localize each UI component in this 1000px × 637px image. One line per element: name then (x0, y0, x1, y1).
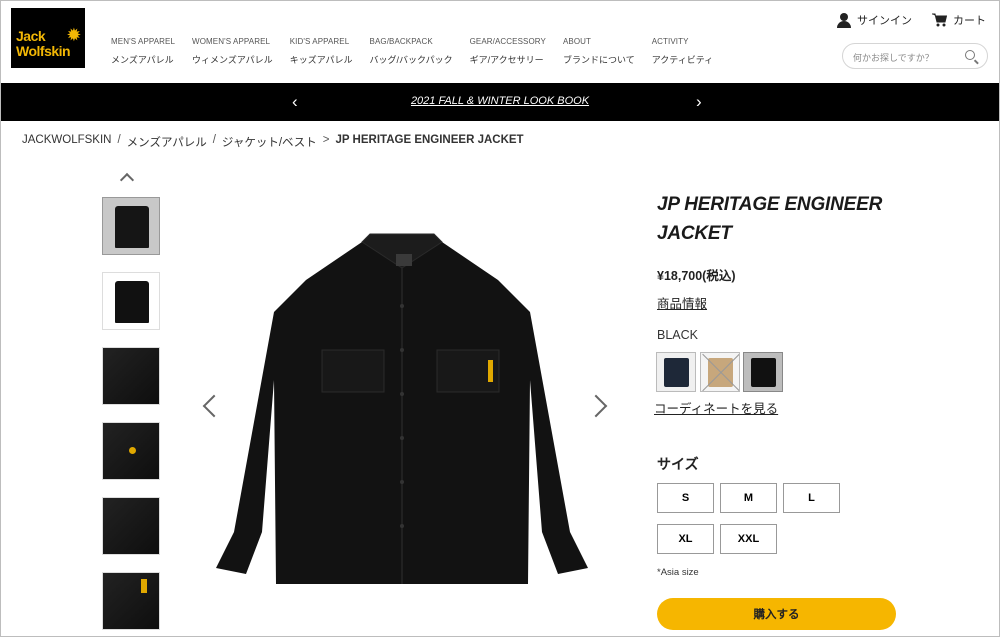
color-swatch-black[interactable] (743, 352, 783, 392)
nav-label-ja: ブランドについて (562, 55, 635, 65)
coordinate-link[interactable]: コーディネートを見る (654, 398, 778, 417)
product-info-link[interactable]: 商品情報 (657, 293, 707, 312)
nav-label-ja: バッグ/バックパック (369, 55, 453, 65)
nav-label-en: ABOUT (562, 37, 592, 46)
size-button-xxl[interactable]: XXL (720, 524, 777, 554)
logo-line2: Wolfskin (16, 43, 71, 59)
color-swatch-beige[interactable] (700, 352, 740, 392)
thumbnail-1[interactable] (102, 197, 160, 255)
breadcrumb-current: JP HERITAGE ENGINEER JACKET (335, 134, 524, 146)
jacket-thumb-image (115, 206, 149, 248)
breadcrumb: JACKWOLFSKIN / メンズアパレル / ジャケット/ベスト > JP … (22, 134, 524, 150)
color-swatch-navy[interactable] (656, 352, 696, 392)
cart-icon (932, 13, 947, 27)
signin-label: サインイン (857, 15, 912, 27)
thumbnail-5[interactable] (102, 497, 160, 555)
jacket-detail-image (103, 498, 159, 554)
thumbnail-2[interactable] (102, 272, 160, 330)
nav-label-en: ACTIVITY (651, 37, 689, 46)
size-button-xl[interactable]: XL (657, 524, 714, 554)
swatch-image (664, 358, 689, 387)
breadcrumb-separator: / (117, 134, 121, 146)
main-nav: MEN'S APPAREL メンズアパレル WOMEN'S APPAREL ウィ… (111, 36, 730, 68)
size-button-s[interactable]: S (657, 483, 714, 513)
promo-bar: ‹ 2021 FALL & WINTER LOOK BOOK › (1, 83, 999, 121)
nav-label-ja: キッズアパレル (289, 55, 353, 65)
size-button-l[interactable]: L (783, 483, 840, 513)
promo-next-icon[interactable]: › (696, 92, 702, 112)
nav-bag[interactable]: BAG/BACKPACK バッグ/バックパック (370, 36, 453, 68)
buy-button[interactable]: 購入する (657, 598, 896, 630)
nav-label-en: WOMEN'S APPAREL (192, 37, 271, 46)
nav-label-ja: ギア/アクセサリー (469, 55, 544, 65)
jacket-thumb-image (115, 281, 149, 323)
product-title: JP HERITAGE ENGINEER JACKET (657, 194, 883, 244)
utility-links: サインイン カート (837, 12, 986, 28)
nav-activity[interactable]: ACTIVITY アクティビティ (652, 36, 713, 68)
logo-patch (129, 447, 136, 454)
user-icon (837, 12, 851, 28)
thumbnail-4[interactable] (102, 422, 160, 480)
jacket-detail-image (103, 573, 159, 629)
breadcrumb-home[interactable]: JACKWOLFSKIN (22, 134, 111, 150)
search-input[interactable]: 何かお探しですか？ (842, 43, 988, 69)
brand-logo[interactable]: Jack Wolfskin ✹ (11, 8, 85, 68)
swatch-image (751, 358, 776, 387)
breadcrumb-separator: / (212, 134, 216, 146)
nav-womens[interactable]: WOMEN'S APPAREL ウィメンズアパレル (192, 36, 273, 68)
nav-label-en: BAG/BACKPACK (369, 37, 433, 46)
nav-label-ja: メンズアパレル (111, 55, 174, 65)
size-note: *Asia size (657, 567, 699, 578)
nav-mens[interactable]: MEN'S APPAREL メンズアパレル (111, 36, 175, 68)
yellow-tab (141, 579, 147, 593)
search-icon[interactable] (965, 50, 975, 60)
size-label: サイズ (657, 456, 699, 472)
nav-label-ja: アクティビティ (651, 55, 714, 65)
paw-icon: ✹ (66, 25, 81, 45)
breadcrumb-jackets[interactable]: ジャケット/ベスト (222, 134, 317, 150)
nav-gear[interactable]: GEAR/ACCESSORY ギア/アクセサリー (470, 36, 546, 68)
nav-about[interactable]: ABOUT ブランドについて (563, 36, 635, 68)
cart-link[interactable]: カート (932, 12, 986, 28)
nav-label-en: MEN'S APPAREL (111, 37, 176, 46)
selected-color-label: BLACK (657, 328, 698, 342)
nav-label-en: KID'S APPAREL (289, 37, 350, 46)
search-placeholder: 何かお探しですか？ (853, 53, 934, 63)
thumbnail-6[interactable] (102, 572, 160, 630)
nav-label-en: GEAR/ACCESSORY (469, 37, 546, 46)
promo-link[interactable]: 2021 FALL & WINTER LOOK BOOK (1, 95, 999, 107)
size-button-m[interactable]: M (720, 483, 777, 513)
breadcrumb-separator: > (322, 134, 330, 146)
jacket-detail-image (103, 348, 159, 404)
nav-kids[interactable]: KID'S APPAREL キッズアパレル (290, 36, 353, 68)
signin-link[interactable]: サインイン (837, 12, 912, 28)
product-price: ¥18,700(税込) (657, 269, 736, 283)
cart-label: カート (953, 15, 986, 27)
nav-label-ja: ウィメンズアパレル (192, 55, 273, 65)
thumbnail-3[interactable] (102, 347, 160, 405)
product-main-image (216, 233, 588, 584)
breadcrumb-mens[interactable]: メンズアパレル (127, 134, 207, 150)
